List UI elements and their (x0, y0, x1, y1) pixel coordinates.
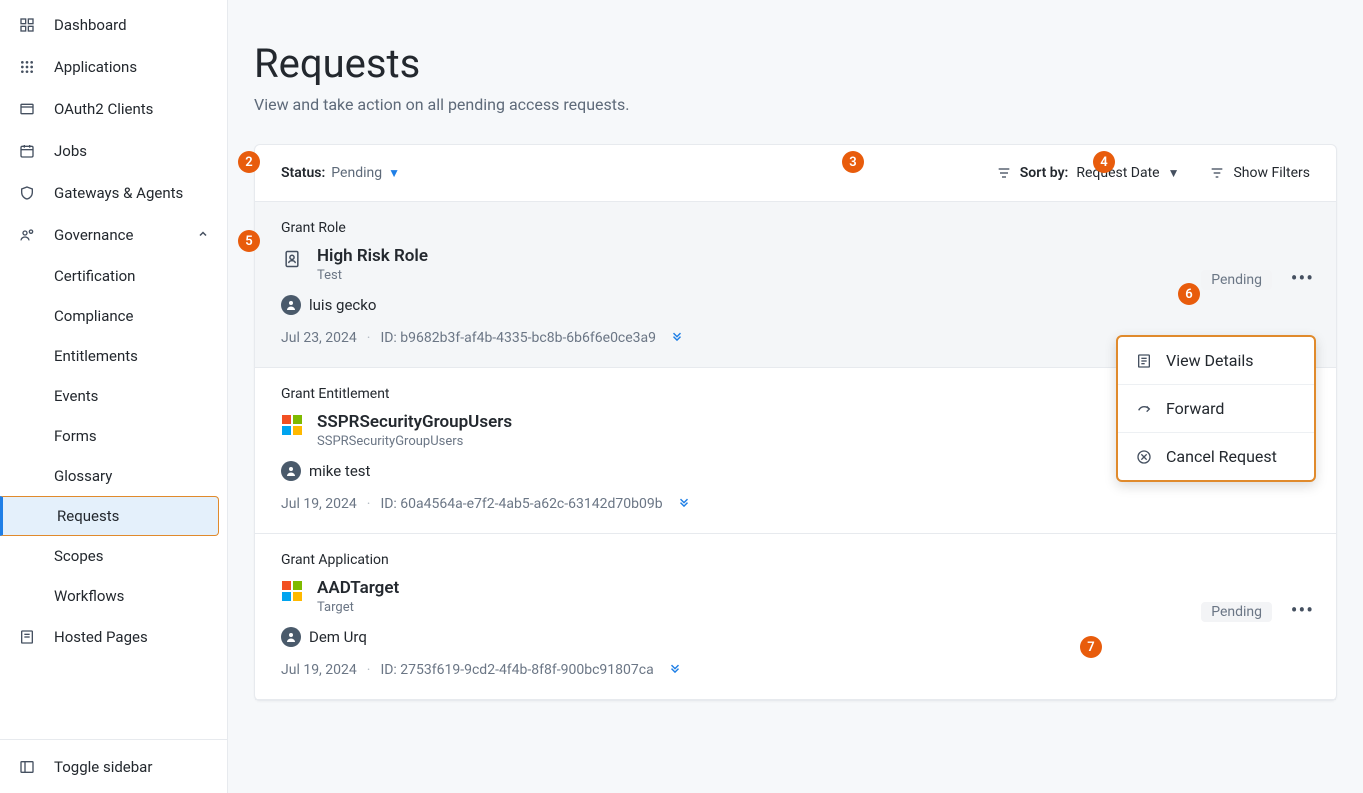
view-details-action[interactable]: View Details (1118, 337, 1314, 384)
page-icon (18, 629, 36, 645)
show-filters[interactable]: Show Filters (1209, 165, 1310, 181)
request-user: Dem Urq (309, 628, 367, 646)
request-title: SSPRSecurityGroupUsers (317, 412, 512, 432)
cancel-action[interactable]: Cancel Request (1118, 432, 1314, 480)
nav-label: Dashboard (54, 16, 127, 34)
status-label: Status: (281, 165, 325, 181)
expand-icon[interactable] (670, 329, 684, 347)
request-title: AADTarget (317, 578, 399, 598)
main: Requests View and take action on all pen… (228, 0, 1363, 793)
sub-certification[interactable]: Certification (0, 256, 227, 296)
window-icon (18, 101, 36, 117)
nav-label: Gateways & Agents (54, 184, 183, 202)
page-subtitle: View and take action on all pending acce… (254, 95, 1337, 114)
nav-oauth2[interactable]: OAuth2 Clients (0, 88, 227, 130)
nav-applications[interactable]: Applications (0, 46, 227, 88)
request-subtitle: Target (317, 600, 399, 615)
dashboard-icon (18, 17, 36, 33)
nav-label: Applications (54, 58, 137, 76)
sort-value: Request Date (1076, 165, 1159, 181)
request-user: luis gecko (309, 296, 376, 314)
request-subtitle: SSPRSecurityGroupUsers (317, 434, 512, 449)
chevron-down-icon: ▼ (1168, 166, 1180, 180)
avatar-icon (281, 461, 301, 481)
expand-icon[interactable] (677, 495, 691, 513)
nav-governance[interactable]: Governance (0, 214, 227, 256)
filter-icon (1209, 165, 1225, 181)
request-title: High Risk Role (317, 246, 428, 266)
calendar-icon (18, 143, 36, 159)
nav-label: Governance (54, 226, 133, 244)
collapse-icon (18, 759, 36, 775)
status-badge: Pending (1201, 602, 1272, 622)
sub-compliance[interactable]: Compliance (0, 296, 227, 336)
sort-icon (996, 165, 1012, 181)
chevron-down-icon[interactable]: ▼ (388, 166, 400, 180)
sidebar: Dashboard Applications OAuth2 Clients Jo… (0, 0, 228, 793)
sort-label: Sort by: (1020, 165, 1069, 181)
sub-scopes[interactable]: Scopes (0, 536, 227, 576)
toggle-label: Toggle sidebar (54, 758, 152, 776)
more-actions-button[interactable]: ••• (1291, 266, 1314, 290)
request-id: ID: 60a4564a-e7f2-4ab5-a62c-63142d70b09b (380, 496, 662, 512)
sub-events[interactable]: Events (0, 376, 227, 416)
avatar-icon (281, 295, 301, 315)
forward-action[interactable]: Forward (1118, 384, 1314, 432)
action-label: Forward (1166, 399, 1224, 418)
details-icon (1136, 353, 1154, 369)
sub-glossary[interactable]: Glossary (0, 456, 227, 496)
request-type: Grant Role (281, 220, 1310, 236)
expand-icon[interactable] (668, 661, 682, 679)
app-icon (281, 580, 303, 602)
avatar-icon (281, 627, 301, 647)
sort-by[interactable]: Sort by: Request Date ▼ (996, 165, 1180, 181)
requests-panel: Status: Pending ▼ Sort by: Request Date … (254, 144, 1337, 701)
sub-entitlements[interactable]: Entitlements (0, 336, 227, 376)
requests-toolbar: Status: Pending ▼ Sort by: Request Date … (255, 145, 1336, 202)
filter-label: Show Filters (1233, 165, 1310, 181)
request-id: ID: b9682b3f-af4b-4335-bc8b-6b6f6e0ce3a9 (380, 330, 656, 346)
forward-icon (1136, 401, 1154, 417)
request-date: Jul 19, 2024 (281, 496, 357, 512)
governance-icon (18, 227, 36, 243)
nav-label: OAuth2 Clients (54, 100, 153, 118)
request-id: ID: 2753f619-9cd2-4f4b-8f8f-900bc91807ca (380, 662, 653, 678)
nav-label: Jobs (54, 142, 87, 160)
sub-requests[interactable]: Requests (0, 496, 219, 536)
role-icon (281, 248, 303, 270)
page-title: Requests (254, 40, 1337, 87)
request-type: Grant Application (281, 552, 1310, 568)
apps-icon (18, 59, 36, 75)
action-label: Cancel Request (1166, 447, 1277, 466)
actions-popover: View Details Forward Cancel Request (1116, 335, 1316, 482)
more-actions-button[interactable]: ••• (1291, 598, 1314, 622)
shield-icon (18, 185, 36, 201)
nav-hosted-pages[interactable]: Hosted Pages (0, 616, 227, 658)
nav-jobs[interactable]: Jobs (0, 130, 227, 172)
sub-workflows[interactable]: Workflows (0, 576, 227, 616)
app-icon (281, 414, 303, 436)
nav-dashboard[interactable]: Dashboard (0, 4, 227, 46)
cancel-icon (1136, 449, 1154, 465)
request-subtitle: Test (317, 268, 428, 283)
action-label: View Details (1166, 351, 1254, 370)
nav-gateways[interactable]: Gateways & Agents (0, 172, 227, 214)
chevron-up-icon (197, 226, 209, 244)
request-row[interactable]: Grant Application AADTarget Target Dem U… (255, 534, 1336, 700)
request-date: Jul 23, 2024 (281, 330, 357, 346)
nav-label: Hosted Pages (54, 628, 148, 646)
toggle-sidebar[interactable]: Toggle sidebar (0, 739, 227, 793)
sub-forms[interactable]: Forms (0, 416, 227, 456)
status-badge: Pending (1201, 270, 1272, 290)
request-date: Jul 19, 2024 (281, 662, 357, 678)
request-user: mike test (309, 462, 370, 480)
status-value[interactable]: Pending (331, 165, 382, 181)
